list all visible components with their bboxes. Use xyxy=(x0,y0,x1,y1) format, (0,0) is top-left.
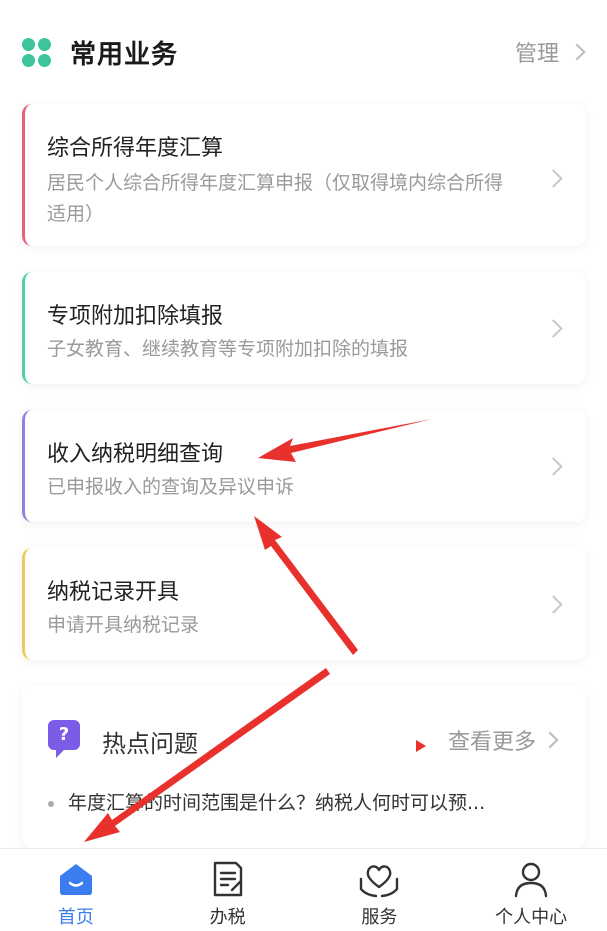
tab-label: 个人中心 xyxy=(495,907,568,928)
card-title: 收入纳税明细查询 xyxy=(47,442,224,467)
chevron-right-icon xyxy=(544,169,563,188)
hot-question-text: 年度汇算的时间范围是什么？纳税人何时可以预... xyxy=(68,792,486,814)
tab-profile[interactable]: 个人中心 xyxy=(455,849,607,931)
tab-label: 首页 xyxy=(57,907,94,928)
hot-questions-title: 热点问题 xyxy=(102,730,198,758)
document-icon xyxy=(213,861,242,897)
card-description: 已申报收入的查询及异议申诉 xyxy=(47,476,295,498)
card-description: 子女教育、继续教育等专项附加扣除的填报 xyxy=(47,338,409,360)
chevron-right-icon xyxy=(541,731,559,749)
card-description: 申请开具纳税记录 xyxy=(47,614,200,636)
tab-tax[interactable]: 办税 xyxy=(152,849,304,931)
user-icon xyxy=(514,862,548,898)
chevron-right-icon xyxy=(544,319,563,338)
chevron-right-icon xyxy=(544,595,563,614)
card-description: 居民个人综合所得年度汇算申报（仅取得境内综合所得适用） xyxy=(47,172,504,225)
home-icon xyxy=(59,864,92,895)
chevron-right-icon xyxy=(568,43,586,61)
tab-service[interactable]: 服务 xyxy=(304,849,456,931)
manage-label: 管理 xyxy=(514,42,559,67)
heart-hands-icon xyxy=(360,865,399,898)
card-tax-record[interactable]: 纳税记录开具 申请开具纳税记录 xyxy=(22,548,586,660)
main-page: 常用业务 管理 综合所得年度汇算 居民个人综合所得年度汇算申报（仅取得境内综合所… xyxy=(0,0,607,848)
card-annual-settlement[interactable]: 综合所得年度汇算 居民个人综合所得年度汇算申报（仅取得境内综合所得适用） xyxy=(22,104,586,246)
see-more-label: 查看更多 xyxy=(447,730,536,755)
manage-button[interactable]: 管理 xyxy=(514,36,586,68)
grid-logo-icon xyxy=(22,38,52,68)
see-more-button[interactable]: 查看更多 xyxy=(447,724,559,756)
card-title: 专项附加扣除填报 xyxy=(47,304,224,329)
hot-question-item[interactable]: 年度汇算的时间范围是什么？纳税人何时可以预... xyxy=(48,788,568,815)
card-title: 纳税记录开具 xyxy=(47,580,180,605)
chevron-right-icon xyxy=(544,457,563,476)
hot-questions-panel: ? 热点问题 查看更多 年度汇算的时间范围是什么？纳税人何时可以预... xyxy=(22,686,586,848)
tab-label: 服务 xyxy=(361,907,398,928)
card-title: 综合所得年度汇算 xyxy=(47,136,224,161)
card-special-deduction[interactable]: 专项附加扣除填报 子女教育、继续教育等专项附加扣除的填报 xyxy=(22,272,586,384)
section-title: 常用业务 xyxy=(70,40,179,70)
tab-label: 办税 xyxy=(209,907,246,928)
bullet-icon xyxy=(48,800,54,807)
card-income-tax-details[interactable]: 收入纳税明细查询 已申报收入的查询及异议申诉 xyxy=(22,410,586,522)
tab-home[interactable]: 首页 xyxy=(0,849,152,931)
section-header: 常用业务 管理 xyxy=(0,0,607,100)
question-icon: ? xyxy=(48,720,80,758)
bottom-tab-bar: 首页 办税 服务 个人中心 xyxy=(0,848,607,931)
